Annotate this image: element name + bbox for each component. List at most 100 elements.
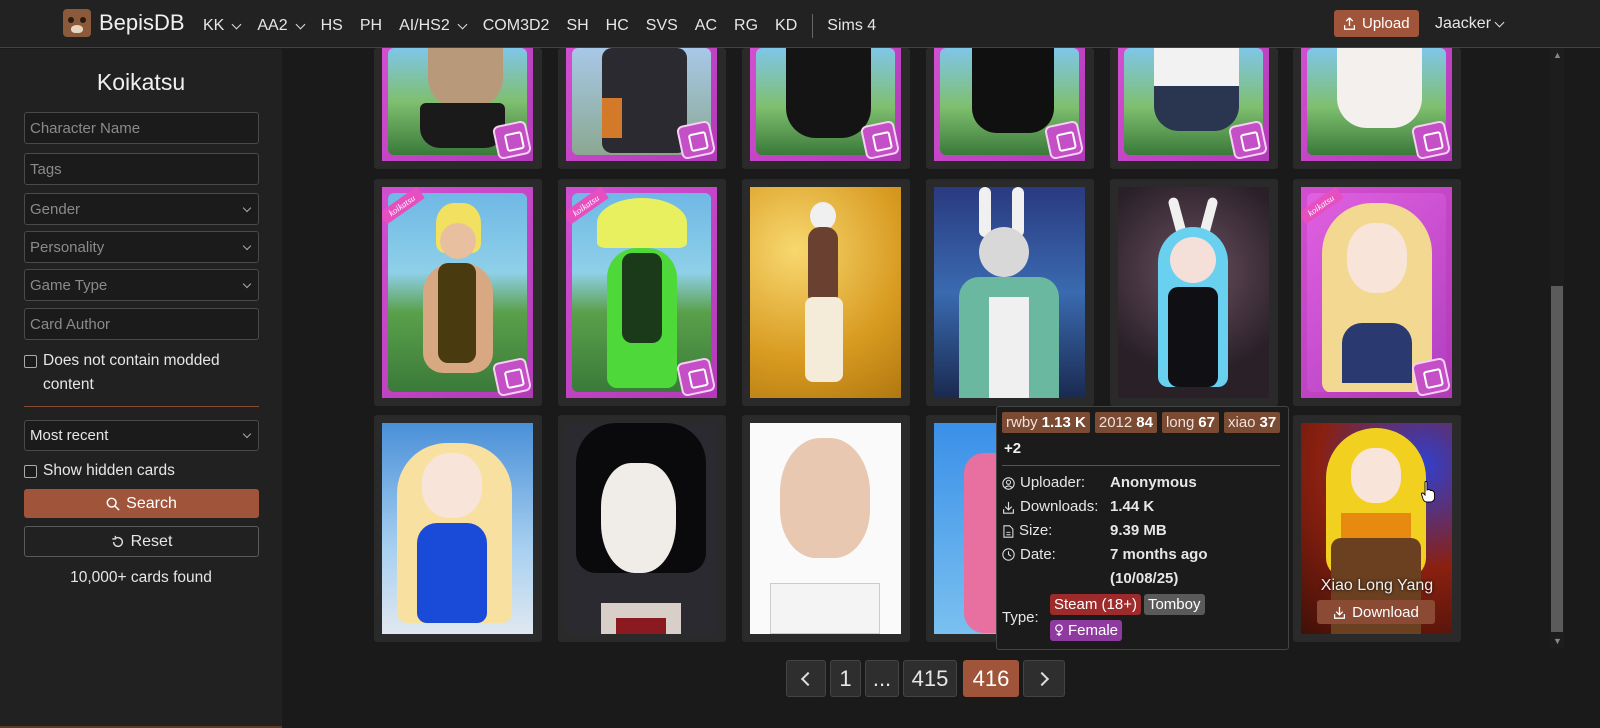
card-thumbnail	[934, 187, 1085, 398]
personality-badge: Tomboy	[1143, 594, 1205, 615]
character-card[interactable]	[926, 48, 1094, 169]
pagination-prev[interactable]	[786, 660, 826, 697]
downloads-value: 1.44 K	[1110, 498, 1155, 515]
card-author-input[interactable]: Card Author	[24, 308, 259, 340]
character-card[interactable]	[742, 415, 910, 642]
card-thumbnail	[750, 187, 901, 398]
scroll-down-arrow-icon[interactable]: ▼	[1553, 637, 1562, 646]
nav-item-kk[interactable]: KK	[203, 17, 242, 35]
card-thumbnail: koikatsu	[1301, 187, 1452, 398]
search-button[interactable]: Search	[24, 489, 259, 518]
chevron-down-icon	[295, 19, 306, 29]
tags-input[interactable]: Tags	[24, 153, 259, 185]
tag-badge[interactable]: long 67	[1161, 412, 1219, 433]
reset-button[interactable]: Reset	[24, 526, 259, 557]
character-card[interactable]	[1110, 179, 1278, 406]
nav-item-ac[interactable]: AC	[695, 17, 717, 35]
tag-badge[interactable]: xiao 37	[1223, 412, 1281, 433]
character-card[interactable]	[742, 48, 910, 169]
personality-select[interactable]: Personality	[24, 231, 259, 263]
more-tags-count: +2	[1004, 440, 1022, 457]
card-thumbnail	[1118, 48, 1269, 161]
reset-icon	[111, 535, 123, 547]
sidebar-divider	[24, 406, 259, 407]
nav-item-hc[interactable]: HC	[606, 17, 629, 35]
sort-select[interactable]: Most recent	[24, 420, 259, 451]
upload-button[interactable]: Upload	[1334, 10, 1419, 37]
character-card[interactable]	[742, 179, 910, 406]
nav-menu: KK AA2 HS PH AI/HS2 COM3D2 SH HC SVS AC …	[203, 14, 893, 38]
type-row: Type: Steam (18+) Tomboy Female	[1002, 594, 1288, 641]
modded-checkbox[interactable]	[24, 355, 37, 368]
gender-select[interactable]: Gender	[24, 193, 259, 225]
nav-item-sims4[interactable]: Sims 4	[827, 17, 876, 35]
nav-item-kd[interactable]: KD	[775, 17, 797, 35]
character-card[interactable]: koikatsu	[374, 179, 542, 406]
game-type-select[interactable]: Game Type	[24, 269, 259, 301]
hidden-cards-filter[interactable]: Show hidden cards	[24, 459, 175, 483]
tag-badge[interactable]: 2012 84	[1094, 412, 1157, 433]
search-icon	[106, 497, 120, 511]
nav-item-aa2[interactable]: AA2	[257, 17, 306, 35]
card-thumbnail	[566, 423, 717, 634]
character-name-input[interactable]: Character Name	[24, 112, 259, 144]
chevron-down-icon	[231, 19, 242, 29]
chevron-down-icon	[1494, 17, 1505, 27]
nav-item-ph[interactable]: PH	[360, 17, 382, 35]
tooltip-divider	[1002, 465, 1280, 466]
chevron-down-icon	[242, 279, 252, 288]
female-icon	[1055, 624, 1063, 637]
pagination-page-first[interactable]: 1	[830, 660, 861, 697]
modded-filter[interactable]: Does not contain modded content	[24, 349, 254, 397]
card-thumbnail	[382, 48, 533, 161]
user-circle-icon	[1002, 476, 1015, 490]
user-menu[interactable]: Jaacker	[1435, 15, 1505, 33]
chevron-right-icon	[1034, 671, 1050, 686]
pagination-next[interactable]	[1023, 660, 1065, 697]
download-button[interactable]: Download	[1317, 600, 1435, 624]
nav-item-com3d2[interactable]: COM3D2	[483, 17, 550, 35]
card-thumbnail	[1301, 48, 1452, 161]
nav-item-sh[interactable]: SH	[566, 17, 588, 35]
date-value: 7 months ago (10/08/25)	[1110, 546, 1208, 587]
tag-list: rwby 1.13 K 2012 84 long 67 xiao 37 +2	[1002, 412, 1287, 459]
sidebar-title: Koikatsu	[96, 69, 186, 95]
nav-item-svs[interactable]: SVS	[646, 17, 678, 35]
character-card[interactable]	[926, 179, 1094, 406]
character-card[interactable]: koikatsu	[558, 179, 726, 406]
card-thumbnail	[566, 48, 717, 161]
character-card[interactable]	[374, 415, 542, 642]
tag-badge[interactable]: rwby 1.13 K	[1002, 412, 1090, 433]
character-card[interactable]	[1293, 48, 1461, 169]
pagination-page-prev[interactable]: 415	[903, 660, 957, 697]
pagination-page-current[interactable]: 416	[963, 660, 1019, 697]
scroll-up-arrow-icon[interactable]: ▲	[1553, 51, 1562, 60]
character-card[interactable]	[558, 415, 726, 642]
character-card[interactable]	[1110, 48, 1278, 169]
nav-item-ai-hs2[interactable]: AI/HS2	[399, 17, 468, 35]
brand-link[interactable]: BepisDB	[63, 9, 185, 37]
username: Jaacker	[1435, 15, 1492, 32]
gender-badge: Female	[1050, 620, 1123, 641]
chevron-left-icon	[800, 671, 816, 686]
upload-icon	[1343, 17, 1356, 30]
hidden-cards-checkbox[interactable]	[24, 465, 37, 478]
card-thumbnail	[750, 48, 901, 161]
uploader-row: Uploader: Anonymous	[1002, 471, 1288, 495]
type-badges: Steam (18+) Tomboy Female	[1050, 594, 1220, 641]
character-card-hovered[interactable]: Xiao Long Yang Download	[1293, 415, 1461, 642]
card-thumbnail	[1118, 187, 1269, 398]
download-icon	[1334, 606, 1346, 619]
bear-logo-icon	[63, 9, 91, 37]
size-row: Size: 9.39 MB	[1002, 519, 1288, 543]
nav-divider	[812, 14, 814, 38]
character-card[interactable]: koikatsu	[1293, 179, 1461, 406]
nav-item-rg[interactable]: RG	[734, 17, 758, 35]
character-card[interactable]	[558, 48, 726, 169]
nav-item-hs[interactable]: HS	[321, 17, 343, 35]
scrollbar-thumb[interactable]	[1551, 286, 1563, 632]
pagination-ellipsis[interactable]: ...	[865, 660, 899, 697]
character-card[interactable]	[374, 48, 542, 169]
chevron-down-icon	[242, 241, 252, 250]
card-thumbnail	[934, 48, 1085, 161]
